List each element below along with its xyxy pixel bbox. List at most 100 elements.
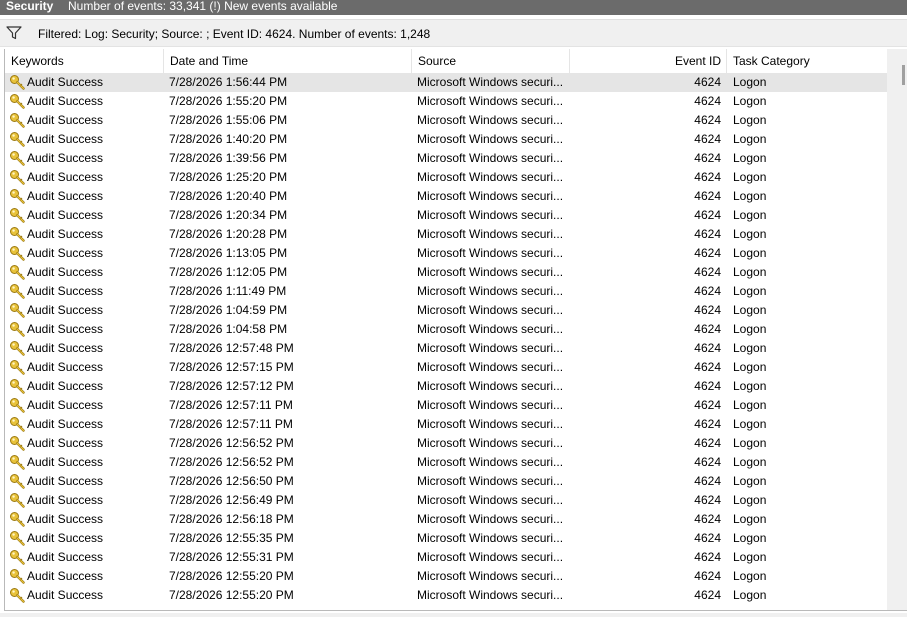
cell-task-category: Logon bbox=[733, 94, 767, 108]
event-row[interactable]: Audit Success 7/28/2026 12:57:11 PM Micros… bbox=[5, 415, 887, 434]
key-icon bbox=[9, 340, 25, 356]
key-icon bbox=[9, 93, 25, 109]
event-row[interactable]: Audit Success 7/28/2026 1:20:28 PM Microso… bbox=[5, 225, 887, 244]
cell-task-category: Logon bbox=[733, 246, 767, 260]
event-row[interactable]: Audit Success 7/28/2026 1:25:20 PM Microso… bbox=[5, 168, 887, 187]
cell-event-id: 4624 bbox=[694, 379, 721, 393]
event-row[interactable]: Audit Success 7/28/2026 12:55:20 PM Micros… bbox=[5, 586, 887, 605]
cell-task-category: Logon bbox=[733, 493, 767, 507]
cell-source: Microsoft Windows securi... bbox=[417, 75, 564, 89]
cell-event-id: 4624 bbox=[694, 75, 721, 89]
event-row[interactable]: Audit Success 7/28/2026 1:13:05 PM Microso… bbox=[5, 244, 887, 263]
filter-bar: Filtered: Log: Security; Source: ; Event… bbox=[0, 19, 907, 47]
key-icon bbox=[9, 435, 25, 451]
event-row[interactable]: Audit Success 7/28/2026 1:11:49 PM Microso… bbox=[5, 282, 887, 301]
event-count-notice[interactable]: Number of events: 33,341 (!) New events … bbox=[68, 0, 337, 12]
cell-source: Microsoft Windows securi... bbox=[417, 208, 564, 222]
grid-header: Keywords Date and Time Source Event ID T… bbox=[5, 49, 887, 74]
cell-task-category: Logon bbox=[733, 588, 767, 602]
cell-task-category: Logon bbox=[733, 189, 767, 203]
cell-task-category: Logon bbox=[733, 455, 767, 469]
event-row[interactable]: Audit Success 7/28/2026 12:57:48 PM Micros… bbox=[5, 339, 887, 358]
cell-event-id: 4624 bbox=[694, 284, 721, 298]
event-row[interactable]: Audit Success 7/28/2026 12:55:20 PM Micros… bbox=[5, 567, 887, 586]
cell-keywords: Audit Success bbox=[27, 531, 104, 545]
cell-event-id: 4624 bbox=[694, 417, 721, 431]
cell-date-time: 7/28/2026 1:39:56 PM bbox=[169, 151, 288, 165]
filter-funnel-icon bbox=[6, 26, 22, 40]
cell-date-time: 7/28/2026 12:57:12 PM bbox=[169, 379, 294, 393]
bottom-edge bbox=[0, 613, 907, 617]
event-row[interactable]: Audit Success 7/28/2026 1:55:20 PM Microso… bbox=[5, 92, 887, 111]
key-icon bbox=[9, 549, 25, 565]
cell-task-category: Logon bbox=[733, 75, 767, 89]
event-row[interactable]: Audit Success 7/28/2026 1:04:59 PM Microso… bbox=[5, 301, 887, 320]
cell-event-id: 4624 bbox=[694, 170, 721, 184]
event-row[interactable]: Audit Success 7/28/2026 12:56:18 PM Micros… bbox=[5, 510, 887, 529]
cell-date-time: 7/28/2026 12:57:11 PM bbox=[169, 417, 293, 431]
event-row[interactable]: Audit Success 7/28/2026 1:56:44 PM Microso… bbox=[5, 73, 887, 92]
key-icon bbox=[9, 511, 25, 527]
key-icon bbox=[9, 169, 25, 185]
event-row[interactable]: Audit Success 7/28/2026 12:57:12 PM Micros… bbox=[5, 377, 887, 396]
cell-keywords: Audit Success bbox=[27, 246, 104, 260]
cell-keywords: Audit Success bbox=[27, 512, 104, 526]
column-header-date-time[interactable]: Date and Time bbox=[164, 49, 412, 73]
cell-task-category: Logon bbox=[733, 379, 767, 393]
cell-event-id: 4624 bbox=[694, 341, 721, 355]
event-row[interactable]: Audit Success 7/28/2026 12:57:15 PM Micros… bbox=[5, 358, 887, 377]
cell-source: Microsoft Windows securi... bbox=[417, 341, 564, 355]
cell-source: Microsoft Windows securi... bbox=[417, 284, 564, 298]
cell-event-id: 4624 bbox=[694, 474, 721, 488]
cell-task-category: Logon bbox=[733, 398, 767, 412]
event-row[interactable]: Audit Success 7/28/2026 1:20:34 PM Microso… bbox=[5, 206, 887, 225]
column-header-event-id[interactable]: Event ID bbox=[570, 49, 727, 73]
column-header-keywords[interactable]: Keywords bbox=[5, 49, 164, 73]
cell-task-category: Logon bbox=[733, 417, 767, 431]
cell-date-time: 7/28/2026 12:57:15 PM bbox=[169, 360, 294, 374]
event-row[interactable]: Audit Success 7/28/2026 1:12:05 PM Microso… bbox=[5, 263, 887, 282]
event-row[interactable]: Audit Success 7/28/2026 12:56:52 PM Micros… bbox=[5, 453, 887, 472]
cell-date-time: 7/28/2026 1:04:58 PM bbox=[169, 322, 288, 336]
cell-source: Microsoft Windows securi... bbox=[417, 474, 564, 488]
key-icon bbox=[9, 530, 25, 546]
scrollbar-thumb[interactable] bbox=[902, 65, 905, 85]
key-icon bbox=[9, 74, 25, 90]
cell-event-id: 4624 bbox=[694, 455, 721, 469]
cell-task-category: Logon bbox=[733, 132, 767, 146]
cell-date-time: 7/28/2026 12:55:35 PM bbox=[169, 531, 294, 545]
cell-keywords: Audit Success bbox=[27, 132, 104, 146]
cell-keywords: Audit Success bbox=[27, 75, 104, 89]
event-row[interactable]: Audit Success 7/28/2026 1:55:06 PM Microso… bbox=[5, 111, 887, 130]
cell-keywords: Audit Success bbox=[27, 550, 104, 564]
cell-event-id: 4624 bbox=[694, 132, 721, 146]
column-header-task-category[interactable]: Task Category bbox=[727, 49, 887, 73]
cell-keywords: Audit Success bbox=[27, 208, 104, 222]
cell-source: Microsoft Windows securi... bbox=[417, 113, 564, 127]
cell-keywords: Audit Success bbox=[27, 588, 104, 602]
vertical-scrollbar[interactable] bbox=[887, 49, 907, 610]
event-row[interactable]: Audit Success 7/28/2026 12:55:35 PM Micros… bbox=[5, 529, 887, 548]
cell-keywords: Audit Success bbox=[27, 322, 104, 336]
event-row[interactable]: Audit Success 7/28/2026 1:04:58 PM Microso… bbox=[5, 320, 887, 339]
cell-event-id: 4624 bbox=[694, 398, 721, 412]
key-icon bbox=[9, 587, 25, 603]
cell-source: Microsoft Windows securi... bbox=[417, 417, 564, 431]
event-row[interactable]: Audit Success 7/28/2026 12:55:31 PM Micros… bbox=[5, 548, 887, 567]
cell-event-id: 4624 bbox=[694, 436, 721, 450]
event-row[interactable]: Audit Success 7/28/2026 12:56:49 PM Micros… bbox=[5, 491, 887, 510]
event-row[interactable]: Audit Success 7/28/2026 12:56:52 PM Micros… bbox=[5, 434, 887, 453]
event-row[interactable]: Audit Success 7/28/2026 1:40:20 PM Microso… bbox=[5, 130, 887, 149]
column-header-source[interactable]: Source bbox=[412, 49, 570, 73]
event-row[interactable]: Audit Success 7/28/2026 12:56:50 PM Micros… bbox=[5, 472, 887, 491]
cell-task-category: Logon bbox=[733, 341, 767, 355]
cell-keywords: Audit Success bbox=[27, 113, 104, 127]
key-icon bbox=[9, 359, 25, 375]
cell-keywords: Audit Success bbox=[27, 170, 104, 184]
event-row[interactable]: Audit Success 7/28/2026 1:39:56 PM Microso… bbox=[5, 149, 887, 168]
event-row[interactable]: Audit Success 7/28/2026 12:57:11 PM Micros… bbox=[5, 396, 887, 415]
cell-task-category: Logon bbox=[733, 113, 767, 127]
event-row[interactable]: Audit Success 7/28/2026 1:20:40 PM Microso… bbox=[5, 187, 887, 206]
cell-date-time: 7/28/2026 1:04:59 PM bbox=[169, 303, 288, 317]
key-icon bbox=[9, 264, 25, 280]
